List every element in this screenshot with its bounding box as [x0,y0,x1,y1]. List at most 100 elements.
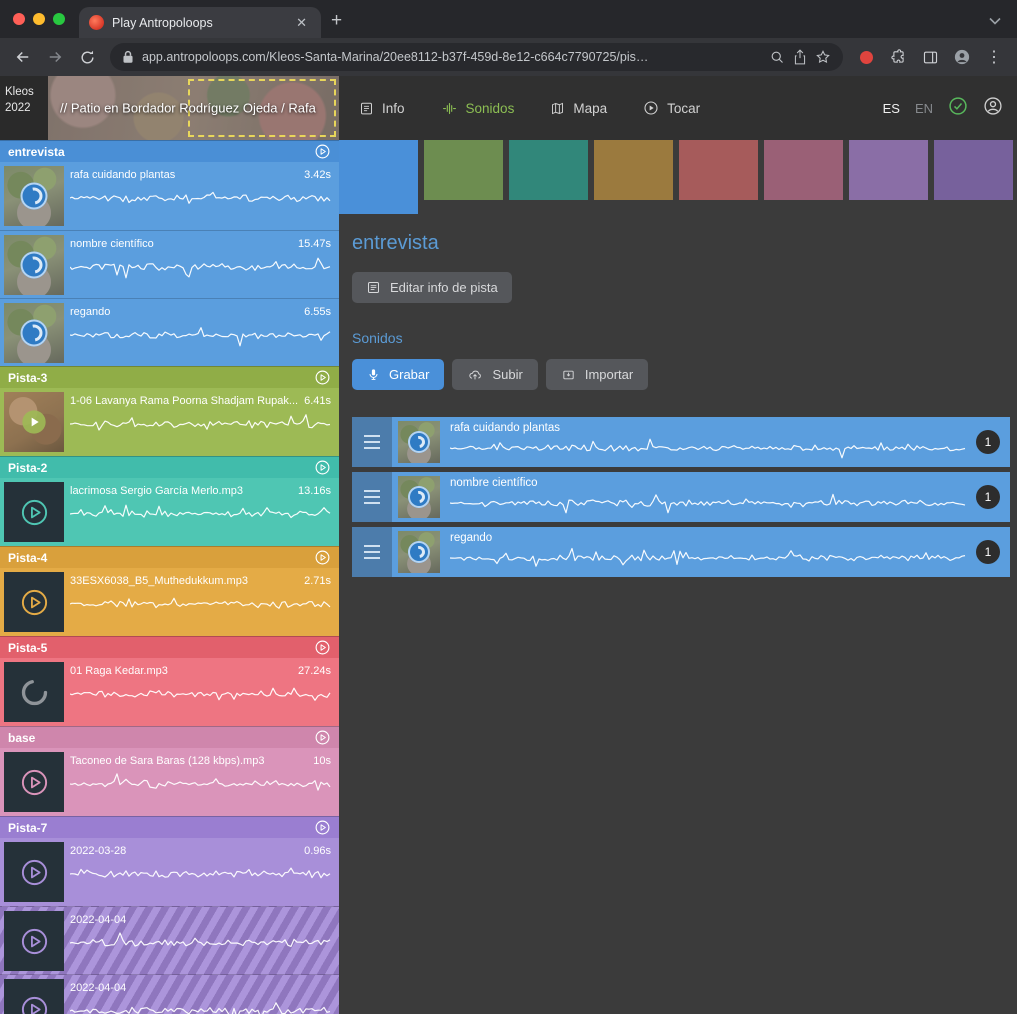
waveform [70,254,331,280]
section-title: Pista-5 [8,641,47,655]
waveform [450,547,966,569]
share-icon[interactable] [793,49,807,65]
track-row[interactable]: Taconeo de Sara Baras (128 kbps).mp3 10s [0,748,339,816]
track-play-button[interactable] [4,911,64,971]
side-panel-icon[interactable] [915,42,945,72]
track-play-button[interactable] [4,842,64,902]
track-duration: 6.55s [304,306,331,318]
sound-thumbnail [398,531,440,573]
track-play-button[interactable] [4,979,64,1014]
tab-mapa[interactable]: Mapa [550,101,607,116]
play-circle-icon[interactable] [314,143,331,160]
track-thumbnail[interactable] [4,392,64,452]
track-tile-entrevista[interactable] [339,140,418,214]
track-play-button[interactable] [4,752,64,812]
track-row[interactable]: regando 6.55s [0,298,339,366]
sound-row[interactable]: regando 1 [352,527,1010,577]
zoom-icon[interactable] [770,50,785,65]
track-name: lacrimosa Sergio García Merlo.mp3 [70,485,243,497]
track-row[interactable]: 1-06 Lavanya Rama Poorna Shadjam Rupak..… [0,388,339,456]
play-circle-icon[interactable] [314,639,331,656]
browser-menu-kebab-icon[interactable]: ⋮ [979,42,1009,72]
play-circle-icon[interactable] [314,549,331,566]
new-tab-button[interactable]: + [321,10,352,38]
section-header-entrevista[interactable]: entrevista [0,140,339,162]
track-name: regando [70,306,110,318]
track-row[interactable]: rafa cuidando plantas 3.42s [0,162,339,230]
track-play-button[interactable] [4,482,64,542]
profile-avatar-icon[interactable] [947,42,977,72]
track-row[interactable]: 01 Raga Kedar.mp3 27.24s [0,658,339,726]
antropoloops-logo-icon [21,183,48,210]
track-tile[interactable] [849,140,928,200]
section-header-base[interactable]: base [0,726,339,748]
track-tile[interactable] [764,140,843,200]
sound-row[interactable]: nombre científico 1 [352,472,1010,522]
track-thumbnail[interactable] [4,166,64,226]
track-tile[interactable] [594,140,673,200]
track-row[interactable]: lacrimosa Sergio García Merlo.mp3 13.16s [0,478,339,546]
section-title: entrevista [8,145,65,159]
track-tile[interactable] [934,140,1013,200]
play-circle-icon[interactable] [314,819,331,836]
section-header-pista4[interactable]: Pista-4 [0,546,339,568]
upload-button[interactable]: Subir [452,359,537,390]
close-window-button[interactable] [13,13,25,25]
track-row[interactable]: 2022-04-04 [0,906,339,974]
track-tile[interactable] [424,140,503,200]
track-row[interactable]: nombre científico 15.47s [0,230,339,298]
import-box-icon [561,368,576,382]
extensions-puzzle-icon[interactable] [883,42,913,72]
antropoloops-logo-icon [408,541,430,563]
drag-handle-icon[interactable] [352,417,392,467]
track-row[interactable]: 2022-03-28 0.96s [0,838,339,906]
tab-search-chevron-icon[interactable] [989,14,1017,38]
reload-button[interactable] [72,42,102,72]
track-tile[interactable] [679,140,758,200]
play-circle-icon[interactable] [314,729,331,746]
recording-extension-icon[interactable] [851,42,881,72]
tab-info-label: Info [382,101,405,116]
track-row[interactable]: 2022-04-04 [0,974,339,1014]
address-bar[interactable]: app.antropoloops.com/Kleos-Santa-Marina/… [110,43,843,71]
tab-tocar[interactable]: Tocar [643,100,700,116]
section-header-pista2[interactable]: Pista-2 [0,456,339,478]
track-play-button[interactable] [4,572,64,632]
section-header-pista7[interactable]: Pista-7 [0,816,339,838]
lock-icon[interactable] [122,50,134,64]
back-button[interactable] [8,42,38,72]
lang-es-button[interactable]: ES [883,101,900,116]
tab-sonidos[interactable]: Sonidos [441,101,515,116]
waveform [70,411,331,437]
maximize-window-button[interactable] [53,13,65,25]
url-text: app.antropoloops.com/Kleos-Santa-Marina/… [142,50,762,64]
section-header-pista5[interactable]: Pista-5 [0,636,339,658]
track-thumbnail[interactable] [4,235,64,295]
lang-en-button[interactable]: EN [915,101,933,116]
track-tile[interactable] [509,140,588,200]
sound-row[interactable]: rafa cuidando plantas 1 [352,417,1010,467]
section-header-pista3[interactable]: Pista-3 [0,366,339,388]
drag-handle-icon[interactable] [352,472,392,522]
waveform [70,930,331,956]
track-row[interactable]: 33ESX6038_B5_Muthedukkum.mp3 2.71s [0,568,339,636]
bookmark-star-icon[interactable] [815,49,831,65]
tab-close-icon[interactable]: ✕ [292,13,311,33]
microphone-icon [367,367,380,382]
record-button[interactable]: Grabar [352,359,444,390]
track-duration: 6.41s [304,395,331,407]
forward-button[interactable] [40,42,70,72]
play-circle-icon[interactable] [314,459,331,476]
tab-info[interactable]: Info [359,101,405,116]
play-circle-icon[interactable] [314,369,331,386]
track-duration: 13.16s [298,485,331,497]
minimize-window-button[interactable] [33,13,45,25]
import-button[interactable]: Importar [546,359,648,390]
browser-tab[interactable]: Play Antropoloops ✕ [79,7,321,38]
track-color-tiles [339,140,1017,214]
saved-check-icon[interactable] [948,96,968,121]
edit-track-info-button[interactable]: Editar info de pista [352,272,512,303]
drag-handle-icon[interactable] [352,527,392,577]
account-icon[interactable] [983,96,1003,121]
track-thumbnail[interactable] [4,303,64,363]
